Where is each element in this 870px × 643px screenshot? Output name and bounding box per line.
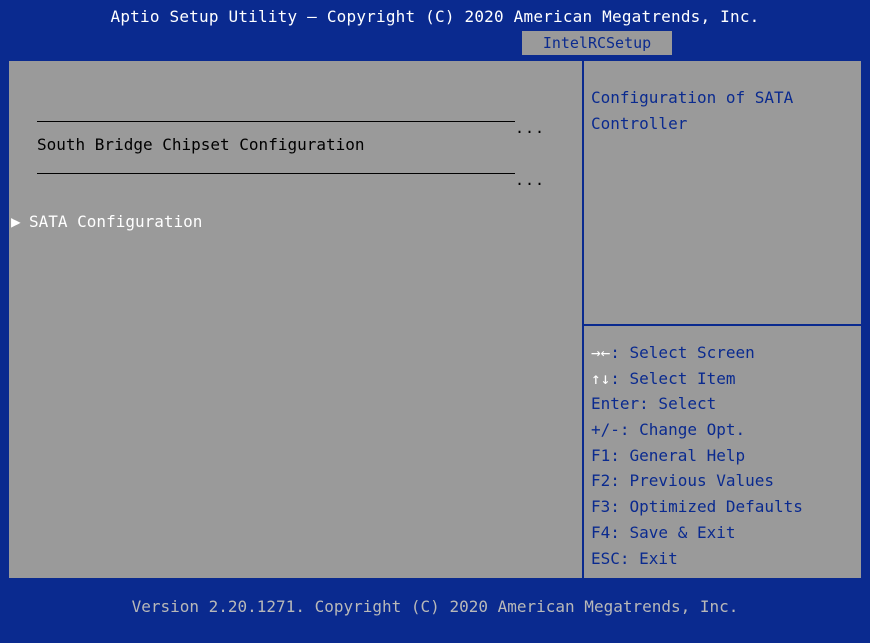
window-title: Aptio Setup Utility – Copyright (C) 2020… bbox=[110, 7, 760, 26]
panel-divider bbox=[582, 61, 584, 578]
key-f2: F2: Previous Values bbox=[591, 471, 775, 491]
separator-line bbox=[37, 173, 515, 174]
key-select-item: ↑↓: Select Item bbox=[591, 368, 736, 388]
section-title: South Bridge Chipset Configuration bbox=[37, 135, 365, 154]
tab-intelrcsetup[interactable]: IntelRCSetup bbox=[522, 31, 672, 55]
separator-dots: ... bbox=[515, 171, 546, 189]
separator-bottom: ... bbox=[37, 171, 546, 191]
setup-frame: ... South Bridge Chipset Configuration .… bbox=[7, 59, 863, 580]
submenu-arrow-icon: ▶ bbox=[11, 211, 21, 231]
up-down-arrows-icon: ↑↓ bbox=[591, 368, 611, 388]
separator-line bbox=[37, 121, 515, 122]
key-esc: ESC: Exit bbox=[591, 548, 678, 568]
help-description: Configuration of SATA Controller bbox=[591, 88, 794, 133]
key-select-screen: →←: Select Screen bbox=[591, 343, 755, 362]
key-f3: F3: Optimized Defaults bbox=[591, 497, 803, 517]
separator-dots: ... bbox=[515, 119, 546, 137]
key-f1: F1: General Help bbox=[591, 445, 746, 465]
key-f4: F4: Save & Exit bbox=[591, 522, 736, 542]
key-enter: Enter: Select bbox=[591, 394, 717, 414]
key-legend: →←: Select Screen ↑↓: Select Item Enter:… bbox=[591, 340, 856, 571]
footer-version: Version 2.20.1271. Copyright (C) 2020 Am… bbox=[131, 597, 739, 616]
left-right-arrows-icon: →← bbox=[591, 343, 611, 362]
menu-item-sata-configuration[interactable]: ▶ SATA Configuration bbox=[9, 209, 202, 233]
menu-item-label: SATA Configuration bbox=[29, 211, 203, 231]
help-divider bbox=[584, 324, 861, 326]
key-change-opt: +/-: Change Opt. bbox=[591, 420, 746, 440]
